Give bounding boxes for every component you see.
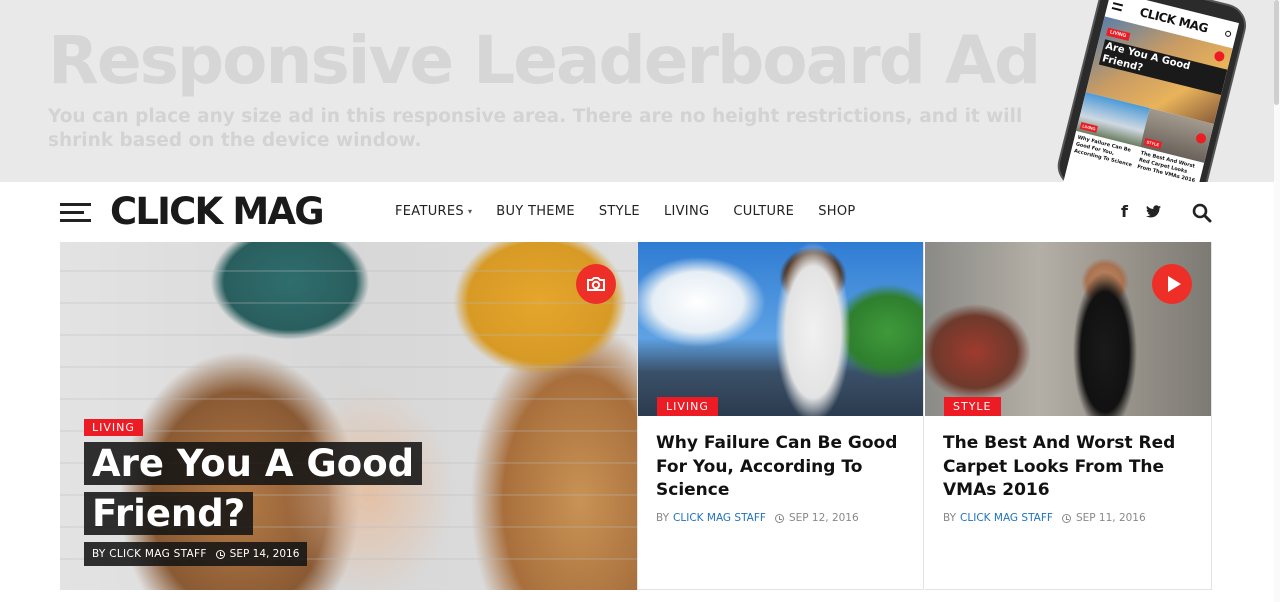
phone-hamburger-icon (1111, 1, 1124, 11)
card-author-link[interactable]: CLICK MAG STAFF (673, 512, 766, 524)
site-logo[interactable]: CLICK MAG (110, 190, 325, 233)
phone-play-icon (1194, 132, 1208, 145)
featured-main-title[interactable]: Are You A Good Friend? (84, 439, 484, 539)
scrollbar-thumb[interactable] (1274, 0, 1279, 105)
featured-card[interactable]: LIVING Why Failure Can Be Good For You, … (637, 242, 924, 590)
card-badge[interactable]: STYLE (944, 397, 1001, 416)
card-by: BY (943, 512, 957, 524)
featured-main-date: SEP 14, 2016 (229, 548, 300, 560)
nav-item-features-label: FEATURES (395, 204, 464, 219)
search-icon[interactable] (1192, 203, 1212, 223)
card-date: SEP 12, 2016 (788, 512, 859, 524)
phone-search-icon (1224, 30, 1232, 38)
page-scrollbar[interactable] (1274, 0, 1280, 602)
nav-item-shop[interactable]: SHOP (818, 204, 855, 219)
featured-main-meta: BY CLICK MAG STAFF SEP 14, 2016 (84, 542, 308, 566)
ad-title: Responsive Leaderboard Ad (48, 22, 1041, 99)
card-image[interactable]: LIVING (638, 242, 923, 416)
card-by: BY (656, 512, 670, 524)
clock-icon (1061, 513, 1071, 523)
leaderboard-ad[interactable]: Responsive Leaderboard Ad You can place … (0, 0, 1280, 182)
card-meta: BY CLICK MAG STAFF SEP 12, 2016 (656, 512, 859, 524)
card-author-link[interactable]: CLICK MAG STAFF (960, 512, 1053, 524)
hamburger-icon[interactable] (60, 203, 91, 223)
card-date: SEP 11, 2016 (1075, 512, 1146, 524)
featured-main-title-text: Are You A Good Friend? (84, 442, 423, 535)
phone-camera-icon (1213, 50, 1226, 63)
nav-item-buy-theme[interactable]: BUY THEME (496, 204, 575, 219)
phone-hero-badge: LIVING (1106, 27, 1131, 41)
phone-mockup: CLICK MAG LIVING Are You A Good Friend? … (1053, 0, 1280, 182)
twitter-icon[interactable] (1146, 205, 1161, 218)
card-title[interactable]: The Best And Worst Red Carpet Looks From… (943, 432, 1198, 503)
card-title[interactable]: Why Failure Can Be Good For You, Accordi… (656, 432, 911, 503)
featured-main-story[interactable]: LIVING Are You A Good Friend? BY CLICK M… (60, 242, 637, 590)
clock-icon (774, 513, 784, 523)
card-image[interactable]: STYLE (925, 242, 1211, 416)
phone-hero-title: Are You A Good Friend? (1098, 39, 1228, 95)
nav-item-features[interactable]: FEATURES ▾ (395, 204, 472, 219)
main-nav: FEATURES ▾ BUY THEME STYLE LIVING CULTUR… (395, 204, 880, 219)
clock-icon (215, 549, 225, 559)
featured-main-badge[interactable]: LIVING (84, 419, 143, 436)
facebook-icon[interactable]: f (1121, 202, 1128, 221)
card-badge[interactable]: LIVING (657, 397, 718, 416)
camera-icon[interactable] (576, 264, 616, 304)
card-meta: BY CLICK MAG STAFF SEP 11, 2016 (943, 512, 1146, 524)
featured-main-byline: BY CLICK MAG STAFF (92, 548, 207, 560)
phone-thumb-right-badge: STYLE (1143, 137, 1162, 149)
phone-body: CLICK MAG LIVING Are You A Good Friend? … (1053, 0, 1251, 182)
featured-card[interactable]: STYLE The Best And Worst Red Carpet Look… (925, 242, 1212, 590)
phone-screen: CLICK MAG LIVING Are You A Good Friend? … (1062, 0, 1240, 182)
featured-grid: LIVING Are You A Good Friend? BY CLICK M… (60, 242, 1212, 590)
nav-item-living[interactable]: LIVING (664, 204, 709, 219)
play-icon[interactable] (1152, 264, 1192, 304)
phone-thumb-left-badge: LIVING (1079, 121, 1099, 133)
nav-item-style[interactable]: STYLE (599, 204, 640, 219)
ad-text: You can place any size ad in this respon… (48, 106, 1023, 151)
site-header: CLICK MAG FEATURES ▾ BUY THEME STYLE LIV… (0, 182, 1280, 242)
camera-glyph (587, 277, 605, 291)
nav-item-culture[interactable]: CULTURE (733, 204, 794, 219)
chevron-down-icon: ▾ (467, 207, 473, 216)
